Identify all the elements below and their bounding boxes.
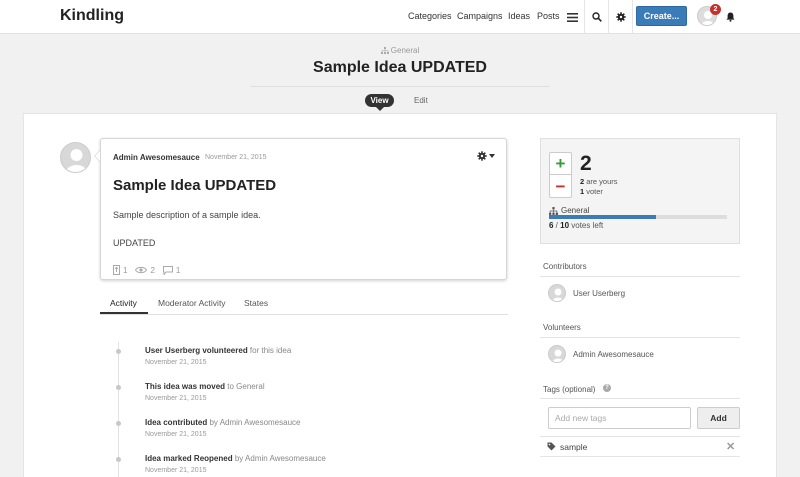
avatar[interactable]	[548, 345, 566, 363]
caret-down-icon	[489, 154, 495, 158]
help-icon[interactable]: ?	[603, 384, 611, 392]
comment-icon	[162, 265, 173, 275]
nav-ideas-link[interactable]: Ideas	[508, 11, 530, 21]
activity-date: November 21, 2015	[145, 395, 207, 402]
voter-count: 1 voter	[580, 187, 603, 196]
activity-item: User Userberg volunteered for this idea	[145, 346, 292, 355]
idea-options-menu[interactable]	[477, 150, 495, 162]
header-divider	[250, 86, 550, 87]
tab-caret	[376, 107, 384, 111]
author-name[interactable]: Admin Awesomesauce	[113, 153, 200, 162]
page-title: Sample Idea UPDATED	[313, 59, 487, 76]
activity-date: November 21, 2015	[145, 359, 207, 366]
timeline-dot	[116, 457, 121, 462]
activity-item: Idea contributed by Admin Awesomesauce	[145, 418, 301, 427]
contribution-icon	[113, 265, 120, 275]
tag-label[interactable]: sample	[560, 442, 587, 452]
tags-heading: Tags (optional)	[543, 385, 596, 394]
menu-icon[interactable]	[562, 8, 582, 26]
category-icon	[549, 206, 558, 215]
volunteer-name[interactable]: Admin Awesomesauce	[573, 350, 654, 359]
comments-stat[interactable]: 1	[162, 265, 180, 275]
upvote-button[interactable]: +	[549, 152, 572, 175]
activity-subject: This idea was moved	[145, 382, 226, 391]
tab-view[interactable]: View	[365, 94, 394, 107]
section-divider	[540, 337, 740, 338]
contributors-heading: Contributors	[543, 262, 587, 271]
activity-date: November 21, 2015	[145, 467, 207, 474]
card-pointer-inner	[95, 151, 100, 161]
contributions-stat[interactable]: 1	[113, 265, 127, 275]
category-icon	[380, 47, 389, 54]
eye-icon	[135, 266, 148, 274]
votes-progress-fill	[549, 215, 656, 219]
author-avatar[interactable]	[60, 142, 91, 173]
idea-description: Sample description of a sample idea.	[113, 210, 261, 220]
section-divider	[540, 276, 740, 277]
tab-edit[interactable]: Edit	[414, 96, 428, 105]
nav-divider	[632, 0, 633, 34]
avatar[interactable]	[548, 284, 566, 302]
tab-moderator-activity[interactable]: Moderator Activity	[158, 298, 226, 308]
vote-category: General	[549, 206, 589, 215]
tab-activity[interactable]: Activity	[110, 298, 137, 308]
remove-tag-button[interactable]: ✕	[726, 440, 735, 453]
timeline-dot	[116, 349, 121, 354]
vote-count: 2	[580, 152, 592, 175]
tag-icon	[547, 442, 556, 451]
nav-campaigns-link[interactable]: Campaigns	[457, 11, 503, 21]
votes-progress-bar	[549, 215, 727, 219]
votes-left: 6 / 10 votes left	[549, 221, 604, 230]
contributor-name[interactable]: User Userberg	[573, 289, 625, 298]
add-tag-button[interactable]: Add	[697, 407, 740, 429]
idea-title: Sample Idea UPDATED	[113, 177, 277, 194]
tag-input[interactable]	[548, 407, 691, 429]
nav-categories-link[interactable]: Categories	[408, 11, 452, 21]
views-stat: 2	[135, 266, 155, 275]
active-tab-indicator	[100, 312, 148, 314]
breadcrumb-category[interactable]: General	[391, 46, 419, 55]
timeline-dot	[116, 421, 121, 426]
volunteers-heading: Volunteers	[543, 323, 581, 332]
section-divider	[540, 398, 740, 399]
activity-date: November 21, 2015	[145, 431, 207, 438]
activity-subject: Idea marked Reopened	[145, 454, 233, 463]
activity-item: This idea was moved to General	[145, 382, 265, 391]
brand-logo[interactable]: Kindling	[60, 7, 124, 25]
gear-icon[interactable]	[611, 8, 631, 26]
bell-icon[interactable]	[720, 8, 740, 26]
gear-icon	[477, 151, 487, 161]
your-votes: 2 are yours	[580, 177, 618, 186]
activity-subject[interactable]: User Userberg volunteered	[145, 346, 248, 355]
post-date: November 21, 2015	[205, 154, 267, 161]
activity-item: Idea marked Reopened by Admin Awesomesau…	[145, 454, 326, 463]
idea-stats: 1 2 1	[113, 264, 188, 276]
create-button[interactable]: Create...	[636, 6, 687, 26]
downvote-button[interactable]: −	[549, 175, 572, 198]
breadcrumb[interactable]: General	[0, 46, 800, 55]
nav-posts-link[interactable]: Posts	[537, 11, 560, 21]
activity-subject: Idea contributed	[145, 418, 208, 427]
search-icon[interactable]	[587, 8, 607, 26]
nav-divider	[584, 0, 585, 34]
idea-description-update: UPDATED	[113, 238, 156, 248]
tab-states[interactable]: States	[244, 298, 268, 308]
nav-divider	[608, 0, 609, 34]
timeline-dot	[116, 385, 121, 390]
